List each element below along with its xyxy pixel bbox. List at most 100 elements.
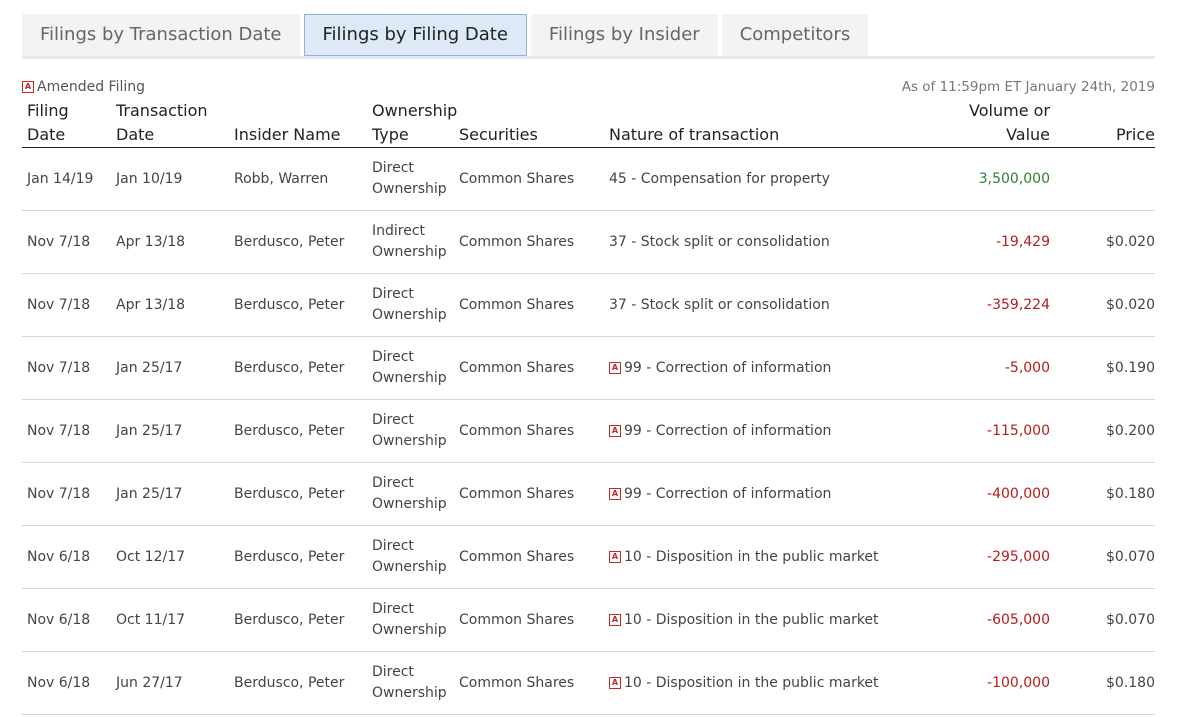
nature-cell: 37 - Stock split or consolidation [604, 210, 924, 274]
securities-cell: Common Shares [454, 588, 604, 652]
filing-date-cell: Nov 7/18 [22, 336, 111, 400]
table-row[interactable]: Nov 6/18 Oct 11/17 Berdusco, Peter Direc… [22, 588, 1155, 652]
nature-cell: 45 - Compensation for property [604, 147, 924, 211]
filing-date-cell: Nov 6/18 [22, 651, 111, 715]
col-header-ownership-type[interactable]: Ownership Type [367, 99, 457, 148]
price-cell: $0.190 [1050, 336, 1155, 400]
volume-cell: -295,000 [924, 525, 1050, 589]
insider-filings-panel: Filings by Transaction Date Filings by F… [22, 14, 1155, 715]
transaction-date-cell: Jan 25/17 [111, 462, 229, 526]
insider-name-cell[interactable]: Berdusco, Peter [229, 462, 367, 526]
filing-date-cell: Nov 6/18 [22, 525, 111, 589]
price-cell: $0.020 [1050, 210, 1155, 274]
ownership-type-cell: Direct Ownership [367, 462, 454, 526]
securities-cell: Common Shares [454, 336, 604, 400]
transaction-date-cell: Jun 27/17 [111, 651, 229, 715]
col-header-filing-date[interactable]: Filing Date [22, 99, 111, 148]
ownership-type-cell: Direct Ownership [367, 588, 454, 652]
amended-filing-icon: A [609, 551, 621, 563]
filing-date-cell: Jan 14/19 [22, 147, 111, 211]
ownership-type-cell: Direct Ownership [367, 147, 454, 211]
table-row[interactable]: Nov 7/18 Jan 25/17 Berdusco, Peter Direc… [22, 336, 1155, 400]
securities-cell: Common Shares [454, 651, 604, 715]
volume-cell: -19,429 [924, 210, 1050, 274]
table-row[interactable]: Nov 6/18 Oct 12/17 Berdusco, Peter Direc… [22, 525, 1155, 589]
nature-cell: A 99 - Correction of information [604, 399, 924, 463]
insider-name-cell[interactable]: Berdusco, Peter [229, 651, 367, 715]
col-header-insider-name[interactable]: Insider Name [229, 99, 367, 148]
filing-date-cell: Nov 6/18 [22, 588, 111, 652]
filing-date-cell: Nov 7/18 [22, 210, 111, 274]
table-row[interactable]: Nov 7/18 Apr 13/18 Berdusco, Peter Indir… [22, 210, 1155, 274]
amended-filing-icon: A [609, 362, 621, 374]
transaction-date-cell: Jan 10/19 [111, 147, 229, 211]
insider-name-cell[interactable]: Robb, Warren [229, 147, 367, 211]
as-of-timestamp: As of 11:59pm ET January 24th, 2019 [901, 79, 1155, 95]
insider-name-cell[interactable]: Berdusco, Peter [229, 525, 367, 589]
transaction-date-cell: Apr 13/18 [111, 210, 229, 274]
price-cell [1050, 147, 1155, 211]
amended-filing-icon: A [609, 677, 621, 689]
transaction-date-cell: Jan 25/17 [111, 399, 229, 463]
col-header-securities[interactable]: Securities [454, 99, 604, 148]
filing-date-cell: Nov 7/18 [22, 399, 111, 463]
filings-tab-bar: Filings by Transaction Date Filings by F… [22, 14, 1155, 59]
securities-cell: Common Shares [454, 525, 604, 589]
price-cell: $0.180 [1050, 651, 1155, 715]
ownership-type-cell: Direct Ownership [367, 399, 454, 463]
ownership-type-cell: Direct Ownership [367, 273, 454, 337]
ownership-type-cell: Direct Ownership [367, 336, 454, 400]
table-header-row: Filing Date Transaction Date Insider Name … [22, 99, 1155, 148]
nature-cell: A 10 - Disposition in the public market [604, 525, 924, 589]
amended-filing-legend: A Amended Filing [22, 79, 145, 95]
table-meta-row: A Amended Filing As of 11:59pm ET Januar… [22, 75, 1155, 99]
ownership-type-cell: Indirect Ownership [367, 210, 454, 274]
col-header-price[interactable]: Price [1050, 99, 1155, 148]
insider-name-cell[interactable]: Berdusco, Peter [229, 399, 367, 463]
table-body: Jan 14/19 Jan 10/19 Robb, Warren Direct O… [22, 147, 1155, 715]
volume-cell: -100,000 [924, 651, 1050, 715]
insider-name-cell[interactable]: Berdusco, Peter [229, 336, 367, 400]
nature-cell: A 99 - Correction of information [604, 462, 924, 526]
securities-cell: Common Shares [454, 399, 604, 463]
transaction-date-cell: Jan 25/17 [111, 336, 229, 400]
amended-filing-label: Amended Filing [37, 79, 146, 95]
table-row[interactable]: Nov 7/18 Apr 13/18 Berdusco, Peter Direc… [22, 273, 1155, 337]
col-header-volume[interactable]: Volume or Value [924, 99, 1050, 148]
transaction-date-cell: Oct 11/17 [111, 588, 229, 652]
nature-cell: A 10 - Disposition in the public market [604, 651, 924, 715]
insider-name-cell[interactable]: Berdusco, Peter [229, 588, 367, 652]
insider-name-cell[interactable]: Berdusco, Peter [229, 210, 367, 274]
col-header-transaction-date[interactable]: Transaction Date [111, 99, 229, 148]
ownership-type-cell: Direct Ownership [367, 651, 454, 715]
price-cell: $0.020 [1050, 273, 1155, 337]
volume-cell: -5,000 [924, 336, 1050, 400]
table-row[interactable]: Jan 14/19 Jan 10/19 Robb, Warren Direct O… [22, 147, 1155, 211]
volume-cell: -115,000 [924, 399, 1050, 463]
tab-competitors[interactable]: Competitors [721, 14, 869, 56]
insider-name-cell[interactable]: Berdusco, Peter [229, 273, 367, 337]
table-row[interactable]: Nov 7/18 Jan 25/17 Berdusco, Peter Direc… [22, 462, 1155, 526]
volume-cell: 3,500,000 [924, 147, 1050, 211]
amended-filing-icon: A [609, 614, 621, 626]
securities-cell: Common Shares [454, 210, 604, 274]
volume-cell: -605,000 [924, 588, 1050, 652]
price-cell: $0.200 [1050, 399, 1155, 463]
securities-cell: Common Shares [454, 273, 604, 337]
filing-date-cell: Nov 7/18 [22, 462, 111, 526]
col-header-nature[interactable]: Nature of transaction [604, 99, 924, 148]
nature-cell: 37 - Stock split or consolidation [604, 273, 924, 337]
amended-filing-icon: A [609, 488, 621, 500]
tab-filings-by-transaction-date[interactable]: Filings by Transaction Date [22, 14, 300, 56]
insider-filings-table: Filing Date Transaction Date Insider Name … [22, 99, 1155, 715]
table-row[interactable]: Nov 6/18 Jun 27/17 Berdusco, Peter Direc… [22, 651, 1155, 715]
filing-date-cell: Nov 7/18 [22, 273, 111, 337]
tab-filings-by-filing-date[interactable]: Filings by Filing Date [303, 14, 527, 56]
tab-filings-by-insider[interactable]: Filings by Insider [530, 14, 718, 56]
nature-cell: A 10 - Disposition in the public market [604, 588, 924, 652]
volume-cell: -400,000 [924, 462, 1050, 526]
table-row[interactable]: Nov 7/18 Jan 25/17 Berdusco, Peter Direc… [22, 399, 1155, 463]
price-cell: $0.070 [1050, 588, 1155, 652]
price-cell: $0.180 [1050, 462, 1155, 526]
nature-cell: A 99 - Correction of information [604, 336, 924, 400]
